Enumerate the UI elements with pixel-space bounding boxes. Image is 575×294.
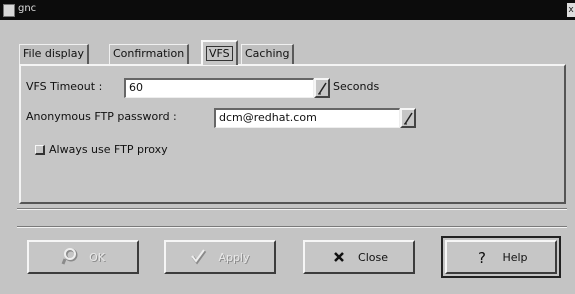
ftp-password-label: Anonymous FTP password :	[26, 110, 177, 123]
close-button-label: Close	[358, 250, 388, 264]
tab-label: VFS	[206, 46, 233, 61]
vfs-timeout-unit: Seconds	[333, 80, 380, 93]
ftp-proxy-label[interactable]: Always use FTP proxy	[49, 143, 168, 156]
window-title: gnc	[18, 3, 37, 14]
tab-vfs[interactable]: VFS	[201, 40, 238, 65]
apply-check-icon	[190, 248, 208, 266]
separator	[17, 226, 567, 228]
edit-icon	[404, 112, 413, 125]
help-button[interactable]: ? Help	[441, 236, 561, 278]
close-button[interactable]: Close	[303, 240, 415, 274]
ftp-password-input[interactable]: dcm@redhat.com	[214, 108, 400, 128]
tab-confirmation[interactable]: Confirmation	[109, 44, 190, 64]
ftp-proxy-checkbox[interactable]	[35, 145, 45, 155]
vfs-timeout-edit-button[interactable]	[314, 78, 330, 98]
help-question-icon: ?	[474, 248, 492, 267]
vfs-timeout-label: VFS Timeout :	[26, 80, 103, 93]
separator	[17, 208, 567, 210]
edit-icon	[318, 82, 327, 95]
close-x-icon	[330, 248, 348, 266]
tab-caching[interactable]: Caching	[241, 44, 295, 64]
svg-text:?: ?	[478, 249, 486, 266]
ok-button[interactable]: OK	[27, 240, 139, 274]
title-bar[interactable]: gnc x	[0, 0, 575, 20]
ok-button-label: OK	[89, 250, 105, 264]
tab-label: Confirmation	[113, 47, 185, 60]
ftp-password-edit-button[interactable]	[400, 108, 416, 128]
apply-button[interactable]: Apply	[164, 240, 276, 274]
vfs-timeout-input[interactable]: 60	[124, 78, 314, 98]
help-button-label: Help	[502, 250, 528, 264]
tab-label: File display	[23, 47, 84, 60]
ok-icon	[61, 248, 79, 266]
window-close-button[interactable]: x	[567, 3, 575, 17]
apply-button-label: Apply	[218, 250, 250, 264]
tab-label: Caching	[245, 47, 290, 60]
preferences-dialog: gnc x File display Confirmation VFS Cach…	[0, 0, 575, 294]
window-menu-icon[interactable]	[3, 4, 15, 17]
tab-file-display[interactable]: File display	[19, 44, 89, 64]
